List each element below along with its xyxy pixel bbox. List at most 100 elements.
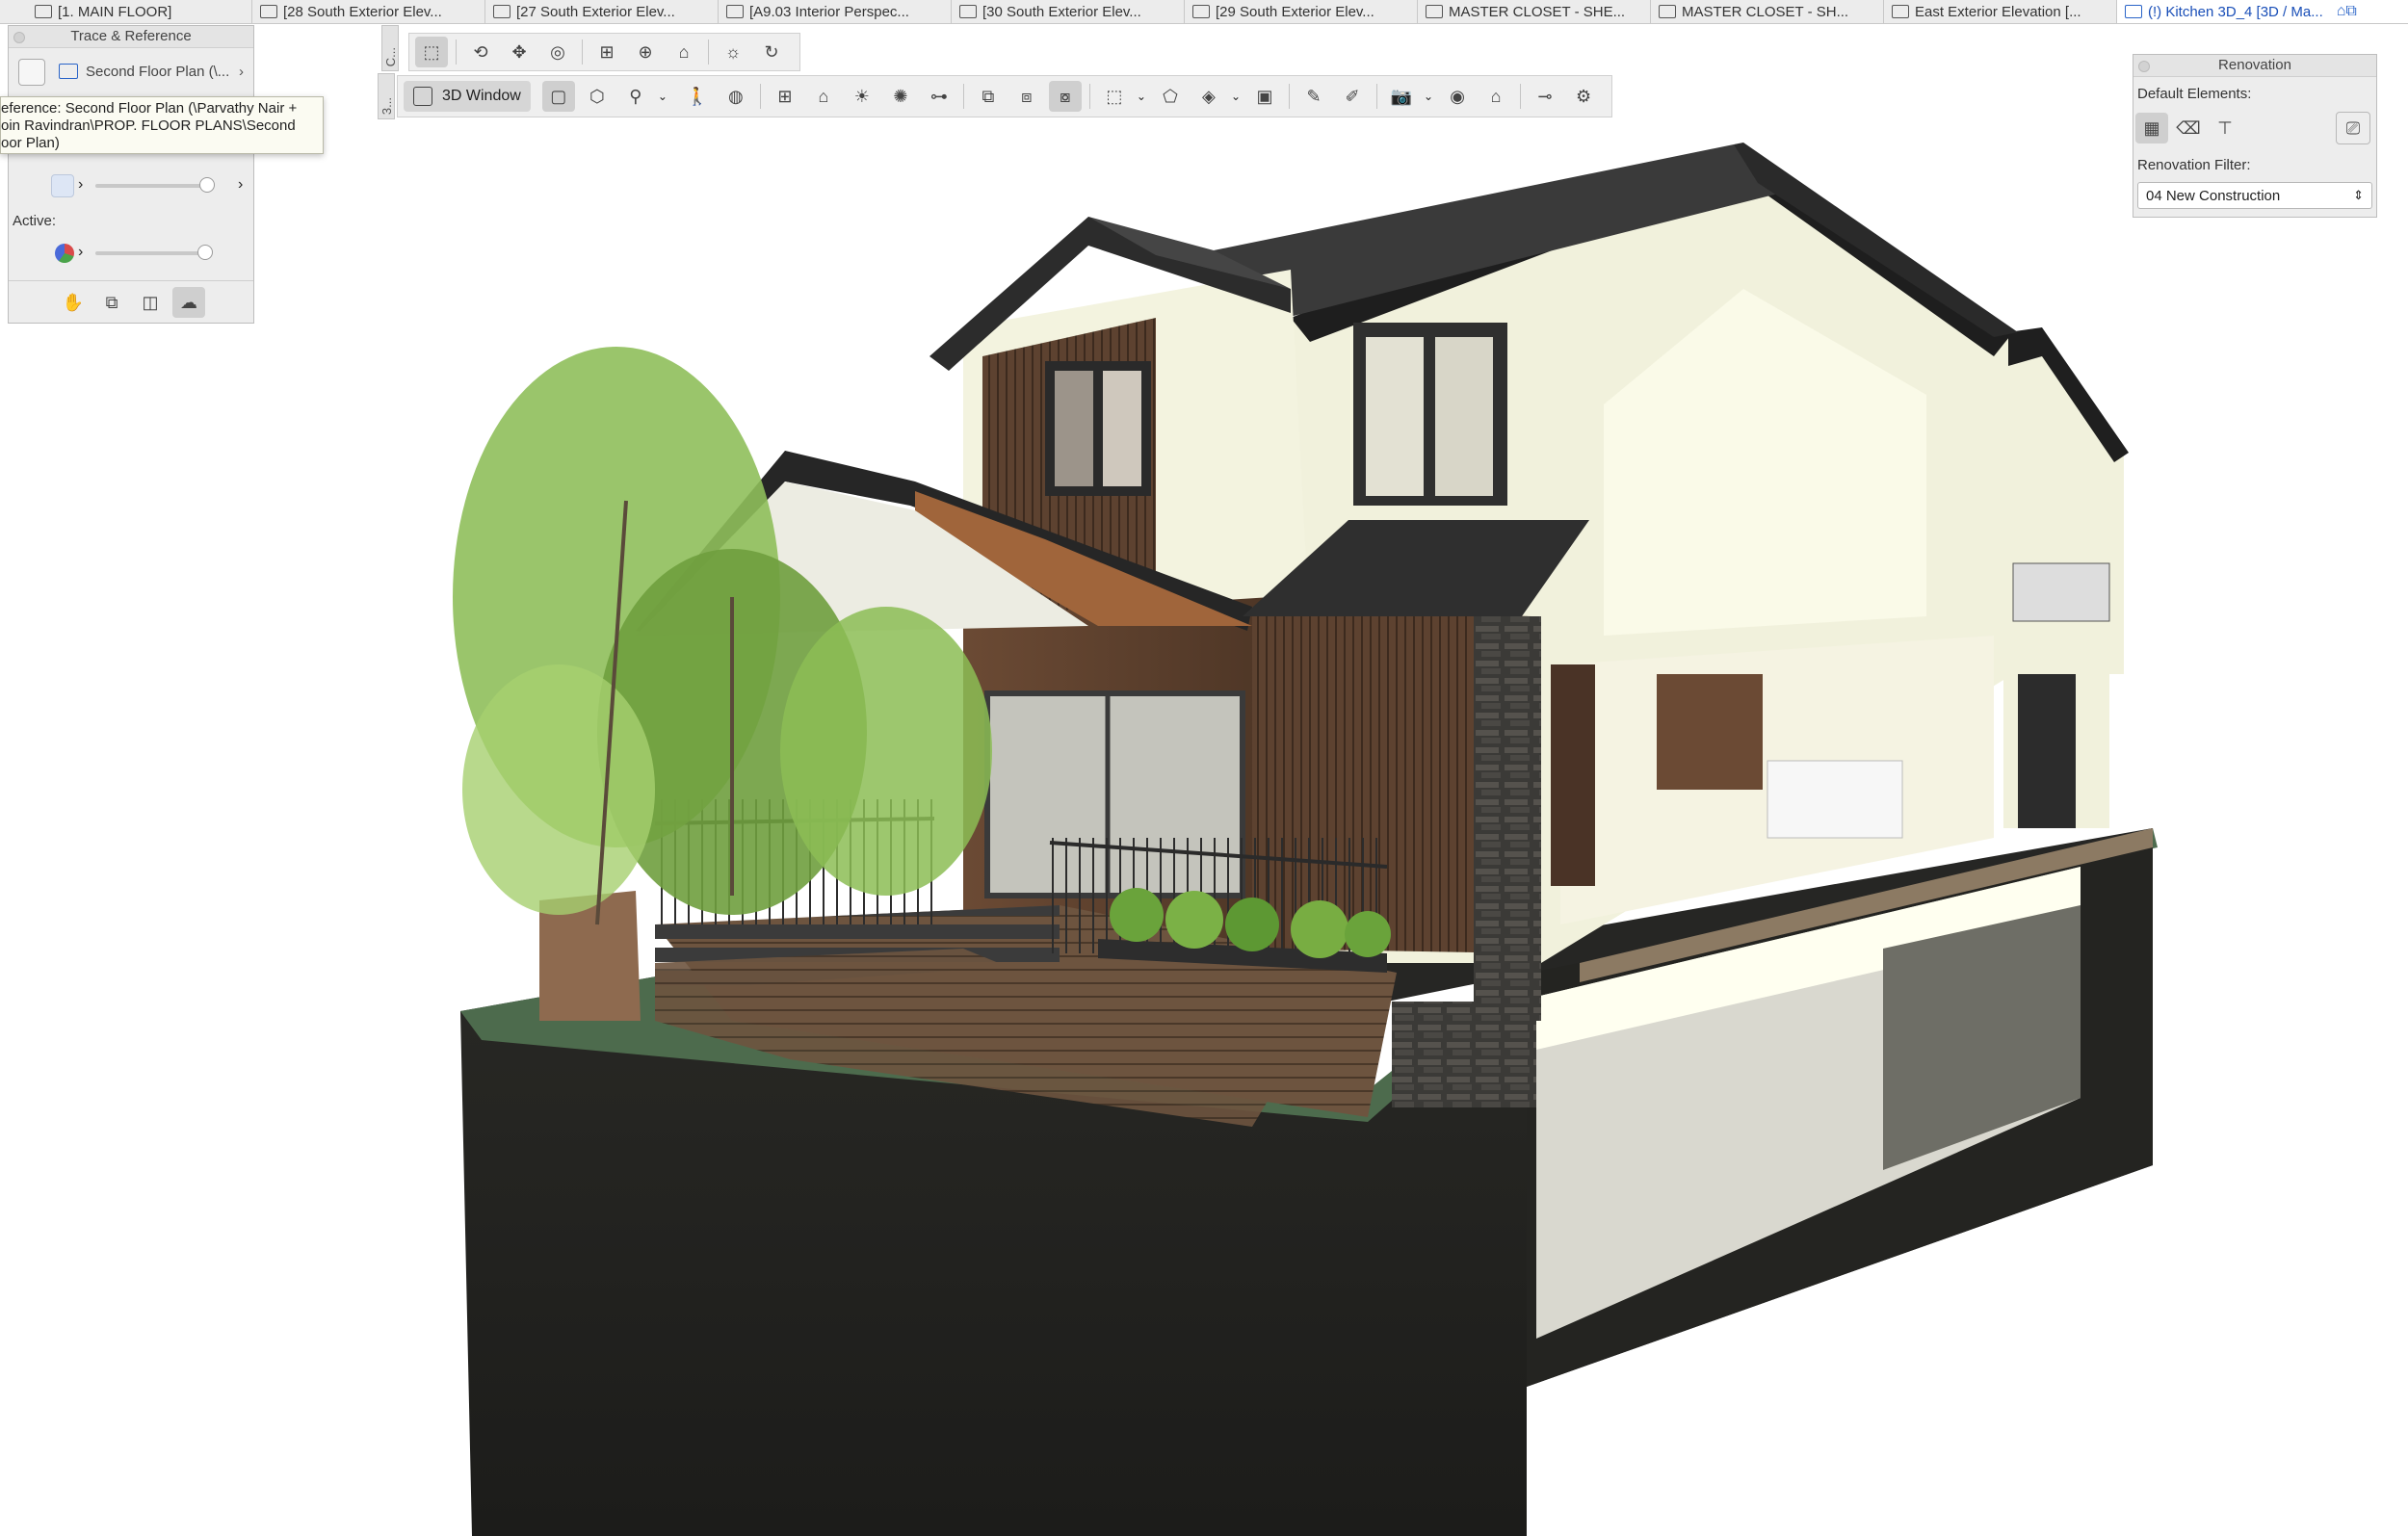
- up-down-chevron-icon: ⇕: [2353, 188, 2364, 202]
- chevron-down-icon[interactable]: ⌄: [1424, 90, 1433, 103]
- view-tab-label: [29 South Exterior Elev...: [1216, 3, 1374, 20]
- reference-tooltip: eference: Second Floor Plan (\Parvathy N…: [0, 96, 324, 154]
- chevron-down-icon[interactable]: ⌄: [658, 90, 667, 103]
- close-dot-icon[interactable]: [13, 32, 25, 43]
- renovation-settings-icon[interactable]: ⎚: [2336, 112, 2370, 144]
- view-tab-label: [28 South Exterior Elev...: [283, 3, 442, 20]
- reference-select[interactable]: Second Floor Plan (\... ›: [51, 57, 251, 86]
- eyedropper-icon[interactable]: ✐: [1336, 81, 1369, 112]
- toolbar-vtab-bottom[interactable]: 3...: [378, 73, 395, 119]
- filter-icon[interactable]: ⬠: [1154, 81, 1187, 112]
- view-tab-label: [1. MAIN FLOOR]: [58, 3, 172, 20]
- trees: [453, 347, 992, 925]
- active-color-swatch[interactable]: [55, 244, 74, 263]
- trace-tools-row: ✋ ⧉ ◫ ☁: [9, 280, 253, 324]
- view-type-icon: [726, 5, 744, 18]
- reference-opacity-slider[interactable]: [95, 184, 211, 188]
- layer-copy-icon[interactable]: ⧈: [1010, 81, 1043, 112]
- view-type-icon: [493, 5, 510, 18]
- view-type-icon: [1426, 5, 1443, 18]
- settings-icon[interactable]: ⚙: [1567, 81, 1600, 112]
- view-tab-label: [A9.03 Interior Perspec...: [749, 3, 909, 20]
- move-reference-icon[interactable]: ✋: [57, 287, 90, 318]
- close-dot-icon[interactable]: [2138, 61, 2150, 72]
- layers-icon[interactable]: ⧉: [972, 81, 1005, 112]
- orbit-icon[interactable]: ⟲: [464, 37, 497, 67]
- view-tab[interactable]: East Exterior Elevation [...: [1884, 0, 2117, 23]
- view-type-icon: [35, 5, 52, 18]
- home-view-icon[interactable]: ⌂: [807, 81, 840, 112]
- show-as-trace-icon[interactable]: ☁: [172, 287, 205, 318]
- zoom-box-icon[interactable]: ⊞: [590, 37, 623, 67]
- trace-toggle-button[interactable]: [18, 59, 45, 86]
- explore-icon[interactable]: ◎: [541, 37, 574, 67]
- layer-combo-icon[interactable]: ⧇: [1048, 81, 1082, 112]
- chevron-right-icon: ›: [239, 63, 244, 80]
- rotate-reference-icon[interactable]: ⧉: [95, 287, 128, 318]
- light-icon[interactable]: ✺: [884, 81, 917, 112]
- chevron-right-icon[interactable]: ›: [78, 244, 83, 261]
- refresh-icon[interactable]: ↻: [755, 37, 788, 67]
- expand-chevron-icon[interactable]: ›: [238, 176, 243, 194]
- view-type-icon: [1892, 5, 1909, 18]
- chevron-right-icon[interactable]: ›: [78, 176, 83, 194]
- sun-icon[interactable]: ☼: [717, 37, 749, 67]
- 3d-style-icon[interactable]: ◈: [1192, 81, 1225, 112]
- camera-icon[interactable]: 📷: [1385, 81, 1418, 112]
- view-tab[interactable]: [A9.03 Interior Perspec...: [719, 0, 952, 23]
- render-icon[interactable]: ◉: [1441, 81, 1474, 112]
- marquee-icon[interactable]: ⬚: [1098, 81, 1131, 112]
- trace-reference-panel: Trace & Reference Second Floor Plan (\..…: [8, 25, 254, 324]
- view-tab[interactable]: MASTER CLOSET - SH...: [1651, 0, 1884, 23]
- section-icon[interactable]: ⊶: [923, 81, 955, 112]
- renovation-filter-select[interactable]: 04 New Construction ⇕: [2137, 182, 2372, 209]
- fit-window-icon[interactable]: ⌂: [667, 37, 700, 67]
- slider-knob[interactable]: [199, 177, 215, 193]
- 3d-window-button[interactable]: 3D Window: [404, 81, 531, 112]
- mirror-reference-icon[interactable]: ◫: [134, 287, 167, 318]
- view-tab[interactable]: [1. MAIN FLOOR]: [0, 0, 252, 23]
- view-type-icon: [1659, 5, 1676, 18]
- chevron-down-icon[interactable]: ⌄: [1231, 90, 1241, 103]
- view-map-icon[interactable]: ⊸: [1529, 81, 1561, 112]
- view-tab-bar: [1. MAIN FLOOR] [28 South Exterior Elev..…: [0, 0, 2408, 24]
- reference-color-swatch[interactable]: [51, 174, 74, 197]
- paint-icon[interactable]: ✎: [1297, 81, 1330, 112]
- sun-study-icon[interactable]: ⌂: [1479, 81, 1512, 112]
- view-type-icon: [260, 5, 277, 18]
- sun-position-icon[interactable]: ☀: [846, 81, 878, 112]
- slider-knob[interactable]: [197, 245, 213, 260]
- 3d-viewport[interactable]: [0, 23, 2408, 1536]
- view-tab[interactable]: (!) Kitchen 3D_4 [3D / Ma... ⌂⧉: [2117, 0, 2408, 23]
- active-label: Active:: [13, 213, 57, 229]
- projection-settings-icon[interactable]: ⚲: [619, 81, 652, 112]
- toolbar-vtab-top[interactable]: C...: [381, 25, 399, 71]
- walk-icon[interactable]: 🚶: [681, 81, 714, 112]
- pan-icon[interactable]: ✥: [503, 37, 536, 67]
- cutting-plane-icon[interactable]: ⊞: [769, 81, 801, 112]
- existing-elements-icon[interactable]: ▦: [2135, 113, 2168, 143]
- panel-title: Renovation: [2133, 55, 2376, 77]
- view-tab[interactable]: [28 South Exterior Elev...: [252, 0, 485, 23]
- chevron-down-icon[interactable]: ⌄: [1137, 90, 1146, 103]
- demolished-elements-icon[interactable]: ⌫: [2172, 113, 2205, 143]
- view-tab[interactable]: [30 South Exterior Elev...: [952, 0, 1185, 23]
- view-tab-label: (!) Kitchen 3D_4 [3D / Ma...: [2148, 3, 2323, 20]
- axonometry-icon[interactable]: ⬡: [581, 81, 614, 112]
- toolbar-row-1: ⬚ ⟲ ✥ ◎ ⊞ ⊕ ⌂ ☼ ↻: [408, 33, 800, 71]
- view-tab-label: East Exterior Elevation [...: [1915, 3, 2081, 20]
- perspective-icon[interactable]: ▢: [541, 81, 575, 112]
- image-icon[interactable]: ▣: [1248, 81, 1281, 112]
- view-tab[interactable]: [27 South Exterior Elev...: [485, 0, 719, 23]
- renovation-filter-label: Renovation Filter:: [2137, 157, 2251, 173]
- view-type-icon: [959, 5, 977, 18]
- new-elements-icon[interactable]: ⊤: [2209, 113, 2241, 143]
- zoom-in-icon[interactable]: ⊕: [629, 37, 662, 67]
- orbit-view-icon[interactable]: ◍: [720, 81, 752, 112]
- renovation-panel: Renovation Default Elements: ▦ ⌫ ⊤ ⎚ Ren…: [2133, 54, 2377, 218]
- view-tab[interactable]: [29 South Exterior Elev...: [1185, 0, 1418, 23]
- tab-overflow-icon[interactable]: ⌂⧉: [2337, 3, 2357, 20]
- select-arrow-icon[interactable]: ⬚: [415, 37, 448, 67]
- view-tab[interactable]: MASTER CLOSET - SHE...: [1418, 0, 1651, 23]
- active-opacity-slider[interactable]: [95, 251, 211, 255]
